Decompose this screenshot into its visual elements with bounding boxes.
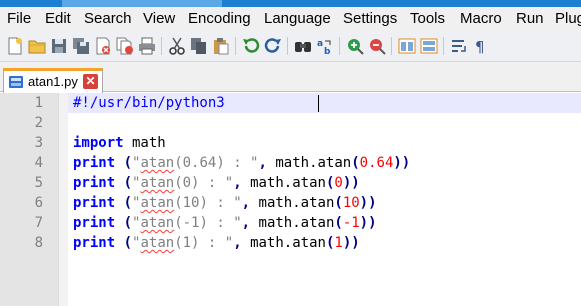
line-number: 5	[34, 175, 43, 191]
tab-atan1[interactable]: atan1.py ✕	[3, 68, 103, 93]
open-icon[interactable]	[27, 36, 47, 56]
redo-icon[interactable]	[263, 36, 283, 56]
line-number: 6	[34, 195, 43, 211]
cut-icon[interactable]	[167, 36, 187, 56]
toolbar: ab ¶	[0, 30, 581, 62]
code-line: print ("atan(0.64) : ", math.atan(0.64))	[73, 155, 411, 171]
paste-icon[interactable]	[211, 36, 231, 56]
tab-close-icon[interactable]: ✕	[83, 74, 98, 89]
new-icon[interactable]	[5, 36, 25, 56]
print-icon[interactable]	[137, 36, 157, 56]
svg-text:¶: ¶	[475, 38, 485, 55]
code-line: print ("atan(1) : ", math.atan(1))	[73, 235, 360, 251]
code-line: print ("atan(10) : ", math.atan(10))	[73, 195, 377, 211]
menu-language[interactable]: Language	[264, 10, 331, 27]
line-number: 2	[34, 115, 43, 131]
tab-bar: atan1.py ✕	[0, 62, 581, 93]
code-editor[interactable]: #!/usr/bin/python3 import math print ("a…	[68, 93, 581, 306]
undo-icon[interactable]	[241, 36, 261, 56]
zoom-in-icon[interactable]	[345, 36, 365, 56]
menu-bar: File Edit Search View Encoding Language …	[0, 7, 581, 30]
copy-icon[interactable]	[189, 36, 209, 56]
close-all-icon[interactable]	[115, 36, 135, 56]
menu-macro[interactable]: Macro	[460, 10, 502, 27]
wrap-icon[interactable]	[449, 36, 469, 56]
code-line: import math	[73, 135, 166, 151]
line-number: 4	[34, 155, 43, 171]
find-icon[interactable]	[293, 36, 313, 56]
save-all-icon[interactable]	[71, 36, 91, 56]
title-bar	[0, 0, 581, 7]
menu-settings[interactable]: Settings	[343, 10, 397, 27]
menu-edit[interactable]: Edit	[45, 10, 71, 27]
line-number: 3	[34, 135, 43, 151]
menu-plugins[interactable]: Plugins	[555, 10, 581, 27]
menu-file[interactable]: File	[7, 10, 31, 27]
svg-text:a: a	[317, 39, 323, 49]
line-number: 7	[34, 215, 43, 231]
replace-icon[interactable]: ab	[315, 36, 335, 56]
sync-h-icon[interactable]	[419, 36, 439, 56]
fold-margin	[58, 93, 68, 306]
line-number: 8	[34, 235, 43, 251]
line-number-gutter: 1 2 3 4 5 6 7 8	[0, 93, 58, 306]
menu-run[interactable]: Run	[516, 10, 544, 27]
save-icon[interactable]	[49, 36, 69, 56]
menu-search[interactable]: Search	[84, 10, 132, 27]
svg-text:b: b	[324, 47, 331, 55]
code-line: print ("atan(-1) : ", math.atan(-1))	[73, 215, 377, 231]
file-icon	[8, 74, 24, 90]
zoom-out-icon[interactable]	[367, 36, 387, 56]
code-line: #!/usr/bin/python3	[73, 95, 225, 111]
code-line: print ("atan(0) : ", math.atan(0))	[73, 175, 360, 191]
show-all-icon[interactable]: ¶	[471, 36, 491, 56]
menu-encoding[interactable]: Encoding	[188, 10, 251, 27]
tab-label: atan1.py	[28, 74, 78, 89]
sync-v-icon[interactable]	[397, 36, 417, 56]
close-icon[interactable]	[93, 36, 113, 56]
text-caret	[318, 95, 319, 112]
menu-tools[interactable]: Tools	[410, 10, 445, 27]
menu-view[interactable]: View	[143, 10, 175, 27]
line-number: 1	[34, 95, 43, 111]
